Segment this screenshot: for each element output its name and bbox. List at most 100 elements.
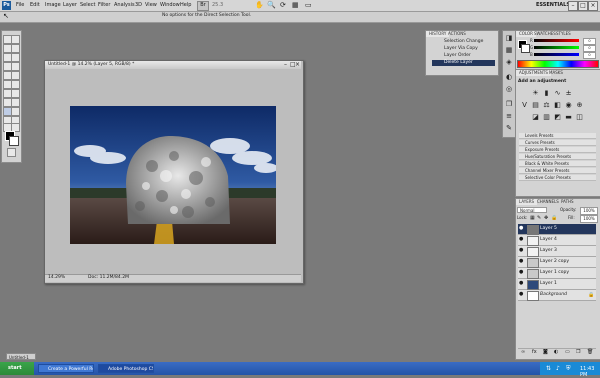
preset-hue-saturation[interactable]: Hue/Saturation Presets (519, 154, 596, 160)
visibility-eye-icon[interactable]: ● (519, 226, 524, 231)
curves-icon[interactable]: ∿ (553, 89, 562, 97)
menu-filter[interactable]: Filter (98, 2, 110, 9)
taskbar-item-photoshop[interactable]: Adobe Photoshop CS4... (98, 364, 154, 373)
zoom-tool-icon[interactable]: 🔍 (267, 2, 276, 9)
bridge-icon[interactable]: Br (197, 1, 209, 11)
history-item[interactable]: Selection Change (432, 39, 495, 45)
tab-masks[interactable]: MASKS (546, 70, 566, 76)
new-adjustment-layer-icon[interactable]: ◐ (554, 349, 558, 355)
type-tool-icon[interactable] (11, 98, 20, 107)
green-slider[interactable] (534, 46, 579, 49)
blend-mode-select[interactable]: Normal (517, 207, 547, 213)
preset-black-white[interactable]: Black & White Presets (519, 161, 596, 167)
menu-edit[interactable]: Edit (30, 2, 40, 9)
rotate-view-icon[interactable]: ⟳ (280, 2, 286, 9)
layer-style-icon[interactable]: fx (532, 349, 537, 355)
tray-network-icon[interactable]: ⇅ (546, 365, 551, 372)
photo-filter-icon[interactable]: ◉ (564, 101, 573, 109)
masks-panel-icon[interactable]: ◎ (505, 85, 513, 93)
tab-styles[interactable]: STYLES (553, 31, 574, 37)
menu-image[interactable]: Image (45, 2, 61, 9)
dodge-tool-icon[interactable] (11, 89, 20, 98)
add-mask-icon[interactable]: ◙ (543, 349, 548, 355)
layer-row[interactable]: ● Background 🔒 (518, 290, 596, 301)
threshold-icon[interactable]: ◩ (553, 113, 562, 121)
menu-layer[interactable]: Layer (63, 2, 77, 9)
lock-transparency-icon[interactable]: ▦ (530, 215, 535, 221)
history-item[interactable]: Layer Via Copy (432, 46, 495, 52)
hand-tool-icon[interactable]: ✋ (255, 2, 264, 9)
history-brush-tool-icon[interactable] (11, 71, 20, 80)
hue-saturation-icon[interactable]: ▤ (531, 101, 540, 109)
taskbar-item-browser[interactable]: Create a Powerful Rese... (38, 364, 94, 373)
tab-paths[interactable]: PATHS (558, 199, 577, 205)
invert-icon[interactable]: ◪ (531, 113, 540, 121)
adjustments-panel-icon[interactable]: ◐ (505, 73, 513, 81)
lock-pixels-icon[interactable]: ✎ (537, 215, 541, 221)
history-item-selected[interactable]: Delete Layer (432, 60, 495, 66)
canvas-image[interactable] (70, 106, 276, 244)
swatches-panel-icon[interactable]: ▦ (505, 46, 513, 54)
blue-value[interactable]: 0 (583, 52, 596, 59)
document-zoom[interactable]: 14.29% (48, 275, 65, 280)
delete-layer-icon[interactable]: 🗑 (587, 349, 593, 355)
layer-row[interactable]: ● Layer 5 (518, 224, 596, 235)
menu-select[interactable]: Select (80, 2, 95, 9)
black-white-icon[interactable]: ◧ (553, 101, 562, 109)
vibrance-icon[interactable]: V (520, 101, 529, 109)
tray-volume-icon[interactable]: ♪ (556, 365, 560, 372)
color-balance-icon[interactable]: ⚖ (542, 101, 551, 109)
menu-help[interactable]: Help (180, 2, 191, 9)
color-background-swatch[interactable] (521, 44, 530, 53)
close-button[interactable]: × (588, 1, 598, 11)
green-value[interactable]: 0 (583, 45, 596, 52)
preset-curves[interactable]: Curves Presets (519, 140, 596, 146)
minimize-button[interactable]: – (568, 1, 578, 11)
visibility-eye-icon[interactable]: ● (519, 248, 524, 253)
red-value[interactable]: 0 (583, 38, 596, 45)
minimized-document[interactable]: Untitled-1 (6, 353, 36, 360)
fill-input[interactable]: 100% (580, 215, 598, 223)
screen-mode-icon[interactable]: ▭ (305, 2, 312, 9)
visibility-eye-icon[interactable]: ● (519, 259, 524, 264)
menu-3d[interactable]: 3D (135, 2, 142, 9)
lock-all-icon[interactable]: 🔒 (551, 215, 557, 221)
quick-mask-icon[interactable] (7, 148, 16, 157)
tab-actions[interactable]: ACTIONS (445, 31, 469, 37)
lock-position-icon[interactable]: ✥ (544, 215, 548, 221)
menu-file[interactable]: File (16, 2, 24, 9)
arrange-documents-icon[interactable]: ▦ (292, 2, 299, 9)
opacity-input[interactable]: 100% (580, 207, 598, 215)
color-spectrum-bar[interactable] (517, 60, 599, 68)
document-minimize-icon[interactable]: – (284, 61, 287, 68)
background-color-swatch[interactable] (9, 136, 19, 146)
history-item[interactable]: Layer Order (432, 53, 495, 59)
visibility-eye-icon[interactable]: ● (519, 292, 524, 297)
preset-channel-mixer[interactable]: Channel Mixer Presets (519, 168, 596, 174)
brightness-contrast-icon[interactable]: ☀ (531, 89, 540, 97)
quick-selection-tool-icon[interactable] (11, 44, 20, 53)
maximize-button[interactable]: □ (578, 1, 588, 11)
visibility-eye-icon[interactable]: ● (519, 237, 524, 242)
brush-tool-icon[interactable] (11, 62, 20, 71)
levels-icon[interactable]: ▮ (542, 89, 551, 97)
menu-view[interactable]: View (145, 2, 157, 9)
preset-selective-color[interactable]: Selective Color Presets (519, 175, 596, 181)
layer-row[interactable]: ● Layer 4 (518, 235, 596, 246)
layers-panel-icon[interactable]: ❐ (505, 100, 513, 108)
selective-color-icon[interactable]: ◫ (575, 113, 584, 121)
blue-slider[interactable] (534, 53, 579, 56)
new-group-icon[interactable]: ▭ (565, 349, 570, 355)
eyedropper-tool-icon[interactable] (11, 53, 20, 62)
marquee-tool-icon[interactable] (11, 35, 20, 44)
zoom-level-readout[interactable]: 25.3 (212, 2, 223, 9)
layer-row[interactable]: ● Layer 1 copy (518, 268, 596, 279)
start-button[interactable]: start (0, 362, 34, 375)
layer-row[interactable]: ● Layer 3 (518, 246, 596, 257)
new-layer-icon[interactable]: ❐ (576, 349, 580, 355)
visibility-eye-icon[interactable]: ● (519, 270, 524, 275)
layer-row[interactable]: ● Layer 1 (518, 279, 596, 290)
tray-security-icon[interactable]: ⛨ (566, 365, 571, 373)
menu-window[interactable]: Window (160, 2, 180, 9)
paths-panel-icon[interactable]: ✎ (505, 124, 513, 132)
